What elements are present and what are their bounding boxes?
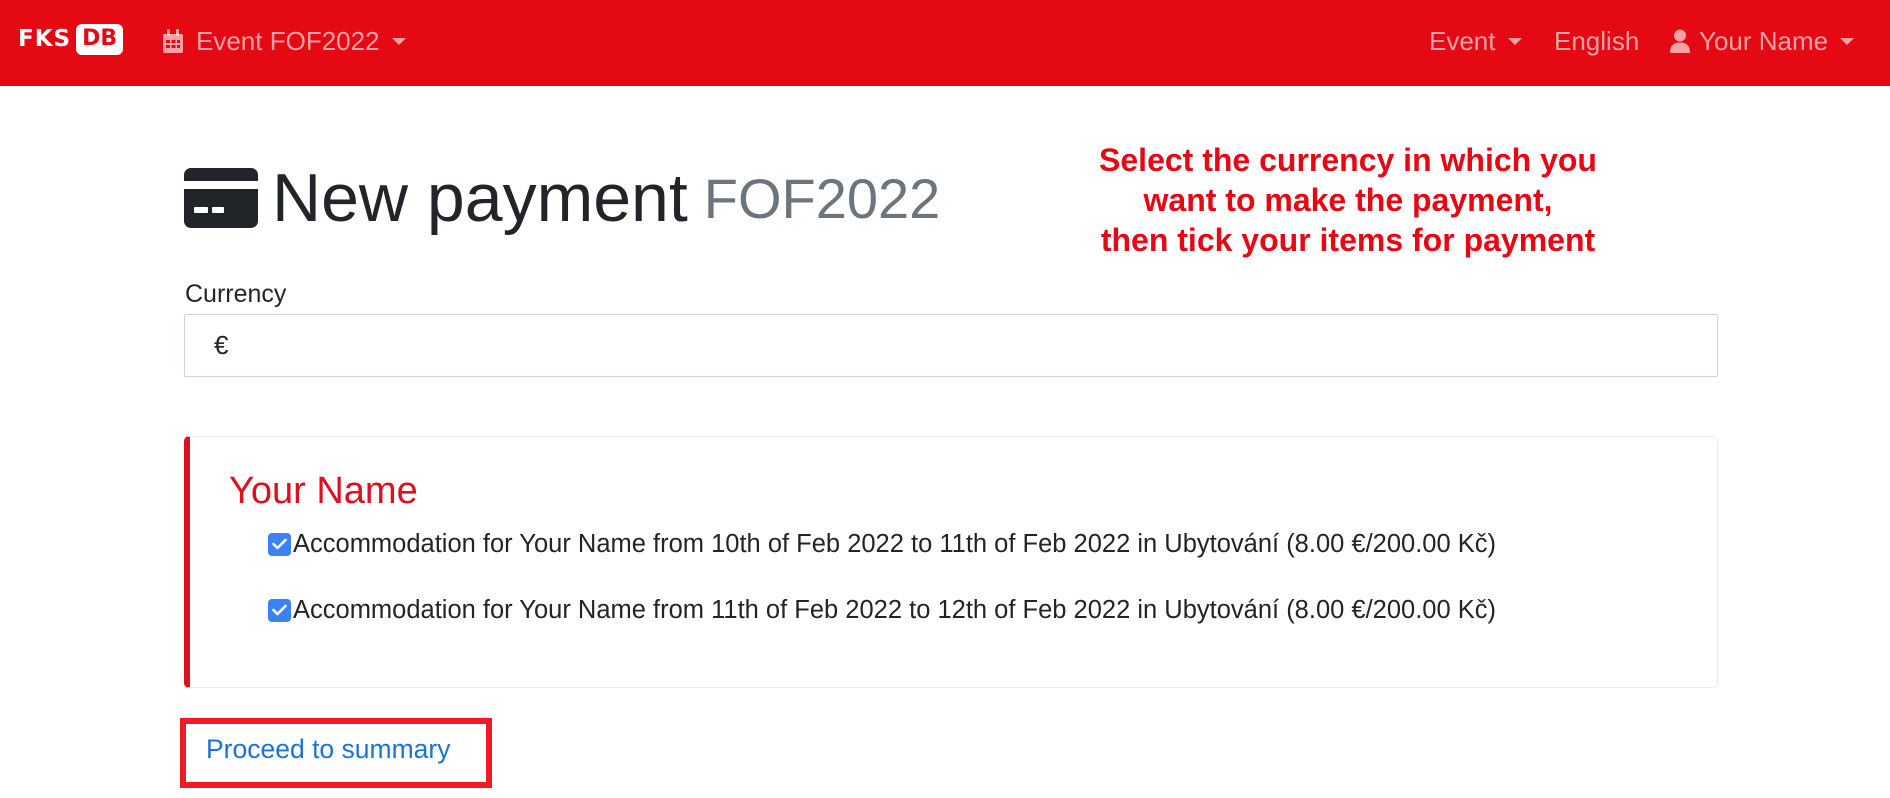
- currency-selected-value: €: [214, 330, 229, 360]
- event-menu-label: Event: [1429, 25, 1496, 56]
- language-label: English: [1554, 25, 1640, 56]
- brand-logo-text: FKS: [18, 26, 72, 52]
- currency-select[interactable]: €: [184, 314, 1718, 377]
- event-dropdown-label: Event FOF2022: [196, 25, 380, 56]
- item-checkbox[interactable]: [268, 598, 291, 622]
- annotation-line: want to make the payment,: [1143, 182, 1553, 218]
- proceed-to-summary-link[interactable]: Proceed to summary: [206, 734, 450, 765]
- brand-logo-badge: DB: [76, 23, 124, 55]
- annotation-line: then tick your items for payment: [1100, 222, 1596, 258]
- payment-item-label: Accommodation for Your Name from 11th of…: [293, 595, 1496, 624]
- chevron-down-icon: [1840, 37, 1855, 45]
- page-subtitle: FOF2022: [703, 166, 941, 230]
- checkmark-icon: [272, 538, 287, 550]
- page-title: New payment FOF2022: [184, 160, 940, 236]
- credit-card-icon: [184, 168, 258, 228]
- item-checkbox[interactable]: [268, 532, 291, 556]
- payment-item[interactable]: Accommodation for Your Name from 11th of…: [268, 593, 1496, 627]
- payment-item-label: Accommodation for Your Name from 10th of…: [293, 529, 1496, 558]
- top-navbar: FKS DB Event FOF2022 Event English Your …: [0, 0, 1890, 86]
- chevron-down-icon: [391, 37, 406, 45]
- user-dropdown[interactable]: Your Name: [1669, 24, 1855, 58]
- person-items-card: Your Name Accommodation for Your Name fr…: [184, 436, 1718, 688]
- instruction-annotation: Select the currency in which you want to…: [1030, 140, 1666, 260]
- user-icon: [1670, 29, 1690, 53]
- event-dropdown[interactable]: Event FOF2022: [162, 24, 406, 58]
- page-title-text: New payment: [272, 160, 688, 236]
- currency-label: Currency: [185, 280, 287, 308]
- person-name: Your Name: [229, 470, 418, 512]
- event-menu-dropdown[interactable]: Event: [1429, 24, 1522, 58]
- payment-item[interactable]: Accommodation for Your Name from 10th of…: [268, 527, 1496, 561]
- brand-logo[interactable]: FKS DB: [18, 22, 124, 56]
- calendar-icon: [163, 28, 183, 53]
- language-link[interactable]: English: [1554, 24, 1639, 58]
- user-name-label: Your Name: [1699, 25, 1829, 56]
- chevron-down-icon: [1507, 37, 1522, 45]
- checkmark-icon: [272, 604, 287, 616]
- annotation-line: Select the currency in which you: [1099, 142, 1597, 178]
